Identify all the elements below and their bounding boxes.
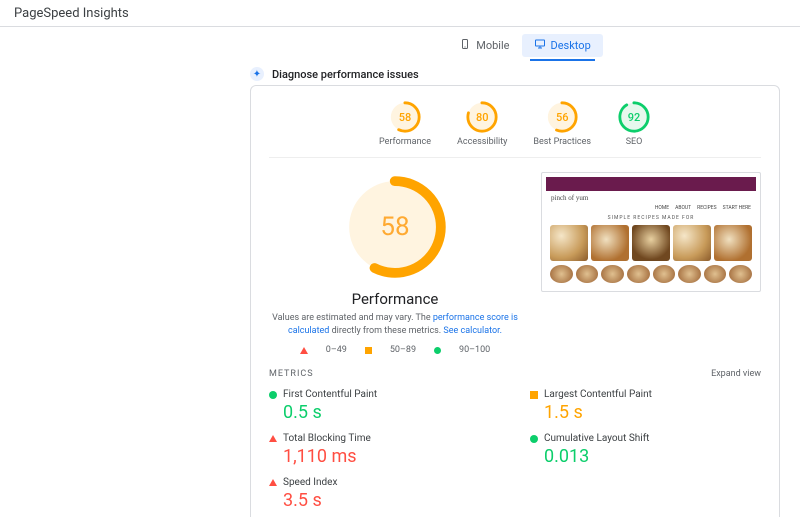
score-accessibility[interactable]: 80 Accessibility — [457, 100, 507, 147]
preview-thumb — [653, 265, 676, 283]
metrics-header: METRICS Expand view — [269, 369, 761, 379]
big-gauge-performance: 58 — [340, 172, 450, 282]
preview-img — [632, 225, 670, 261]
preview-thumb — [678, 265, 701, 283]
status-good-icon — [530, 435, 538, 443]
status-avg-icon — [530, 391, 538, 399]
diagnose-label: Diagnose performance issues — [272, 68, 419, 81]
gauge-best-practices: 56 — [545, 100, 579, 134]
metrics-label: METRICS — [269, 369, 314, 379]
metric-lcp-value: 1.5 s — [530, 402, 761, 423]
preview-thumb — [576, 265, 599, 283]
score-seo-value: 92 — [617, 100, 651, 134]
preview-img — [673, 225, 711, 261]
preview-thumbs-row — [546, 261, 756, 287]
preview-thumb — [729, 265, 752, 283]
preview-thumb — [550, 265, 573, 283]
preview-img — [714, 225, 752, 261]
performance-title: Performance — [352, 290, 439, 308]
metric-tbt: Total Blocking Time 1,110 ms — [269, 431, 500, 469]
preview-thumb — [601, 265, 624, 283]
metric-fcp-value: 0.5 s — [269, 402, 500, 423]
preview-nav-item: START HERE — [723, 205, 751, 211]
preview-nav: HOME ABOUT RECIPES START HERE — [546, 205, 756, 213]
preview-img — [550, 225, 588, 261]
metric-fcp-label: First Contentful Paint — [283, 389, 377, 400]
page-screenshot-preview: pinch of yum HOME ABOUT RECIPES START HE… — [541, 172, 761, 292]
tab-desktop[interactable]: Desktop — [522, 34, 603, 57]
tab-mobile[interactable]: Mobile — [447, 34, 521, 57]
desktop-icon — [534, 38, 546, 53]
category-scores: 58 Performance 80 Accessibility 56 — [269, 100, 761, 158]
score-accessibility-value: 80 — [465, 100, 499, 134]
preview-thumb — [704, 265, 727, 283]
score-best-practices-value: 56 — [545, 100, 579, 134]
gauge-seo: 92 — [617, 100, 651, 134]
performance-subtext: Values are estimated and may vary. The p… — [269, 312, 521, 337]
legend-good-icon — [434, 347, 441, 354]
score-legend: 0–49 50–89 90–100 — [300, 345, 490, 355]
app-title: PageSpeed Insights — [14, 6, 129, 21]
link-see-calculator[interactable]: See calculator. — [443, 326, 502, 336]
status-bad-icon — [269, 479, 277, 486]
device-tabs: Mobile Desktop — [250, 29, 800, 61]
metrics-grid: First Contentful Paint 0.5 s Largest Con… — [269, 387, 761, 513]
preview-logo: pinch of yum — [546, 191, 756, 205]
legend-avg-icon — [365, 347, 372, 354]
metric-lcp: Largest Contentful Paint 1.5 s — [530, 387, 761, 425]
score-performance[interactable]: 58 Performance — [379, 100, 431, 147]
legend-bad-icon — [300, 347, 308, 354]
score-best-practices[interactable]: 56 Best Practices — [533, 100, 591, 147]
mobile-icon — [459, 38, 471, 53]
preview-headline: SIMPLE RECIPES MADE FOR — [546, 213, 756, 225]
tab-desktop-label: Desktop — [551, 39, 591, 52]
metric-tbt-label: Total Blocking Time — [283, 433, 371, 444]
preview-recipes-row — [546, 225, 756, 261]
metric-lcp-label: Largest Contentful Paint — [544, 389, 652, 400]
metric-cls-value: 0.013 — [530, 446, 761, 467]
status-bad-icon — [269, 435, 277, 442]
performance-detail: 58 Performance Values are estimated and … — [269, 172, 521, 355]
score-seo-label: SEO — [626, 137, 643, 147]
tab-mobile-label: Mobile — [476, 39, 509, 52]
legend-good-label: 90–100 — [459, 345, 490, 355]
diagnose-icon: ✦ — [250, 67, 264, 81]
score-performance-label: Performance — [379, 137, 431, 147]
app-title-bar: PageSpeed Insights — [0, 0, 800, 27]
preview-nav-item: HOME — [655, 205, 669, 211]
preview-nav-item: ABOUT — [675, 205, 691, 211]
metric-si-value: 3.5 s — [269, 490, 500, 511]
score-performance-value: 58 — [388, 100, 422, 134]
preview-nav-item: RECIPES — [697, 205, 717, 211]
metric-tbt-value: 1,110 ms — [269, 446, 500, 467]
report-card: 58 Performance 80 Accessibility 56 — [250, 85, 780, 517]
expand-view-button[interactable]: Expand view — [711, 369, 761, 379]
score-accessibility-label: Accessibility — [457, 137, 507, 147]
preview-thumb — [627, 265, 650, 283]
legend-avg-label: 50–89 — [390, 345, 416, 355]
gauge-accessibility: 80 — [465, 100, 499, 134]
metric-cls: Cumulative Layout Shift 0.013 — [530, 431, 761, 469]
metric-si: Speed Index 3.5 s — [269, 475, 500, 513]
score-seo[interactable]: 92 SEO — [617, 100, 651, 147]
perf-sub-b: directly from these metrics. — [329, 326, 443, 336]
perf-sub-a: Values are estimated and may vary. The — [272, 313, 433, 323]
preview-banner — [546, 177, 756, 191]
score-best-practices-label: Best Practices — [533, 137, 591, 147]
legend-bad-label: 0–49 — [326, 345, 347, 355]
metric-si-label: Speed Index — [283, 477, 337, 488]
metric-cls-label: Cumulative Layout Shift — [544, 433, 649, 444]
diagnose-heading: ✦ Diagnose performance issues — [250, 67, 800, 81]
gauge-performance: 58 — [388, 100, 422, 134]
status-good-icon — [269, 391, 277, 399]
metric-fcp: First Contentful Paint 0.5 s — [269, 387, 500, 425]
big-gauge-value: 58 — [340, 172, 450, 282]
preview-img — [591, 225, 629, 261]
